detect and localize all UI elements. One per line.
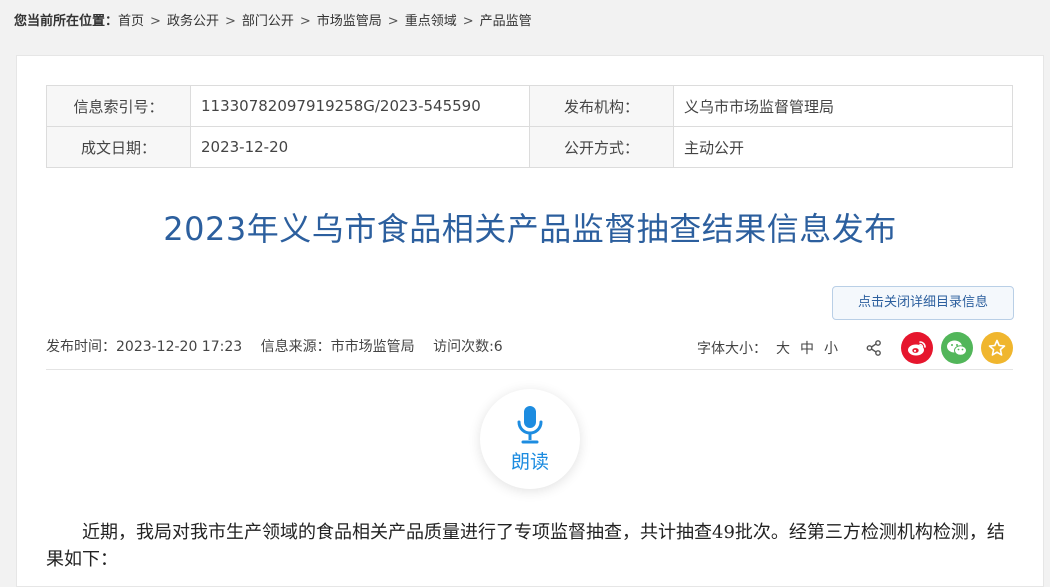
breadcrumb-separator: > (462, 14, 474, 29)
index-value: 11330782097919258G/2023-545590 (190, 85, 530, 127)
font-size-small[interactable]: 小 (824, 338, 838, 358)
breadcrumb: 您当前所在位置：首页 > 政务公开 > 部门公开 > 市场监管局 > 重点领域 > 产品监管 (14, 10, 532, 29)
mode-label: 公开方式： (529, 126, 674, 168)
divider (46, 369, 1013, 370)
index-label: 信息索引号： (46, 85, 191, 127)
breadcrumb-separator: > (150, 14, 161, 29)
meta-table: 信息索引号： 11330782097919258G/2023-545590 发布… (46, 85, 1013, 168)
publisher-label: 发布机构： (529, 85, 674, 127)
read-aloud-button[interactable]: 朗读 (480, 389, 580, 489)
breadcrumb-separator: > (224, 14, 236, 29)
microphone-icon (517, 405, 543, 443)
toggle-catalog-button[interactable]: 点击关闭详细目录信息 (832, 286, 1014, 320)
breadcrumb-lead: 您当前所在位置： (14, 14, 119, 29)
breadcrumb-gov-affairs[interactable]: 政务公开 (167, 14, 219, 29)
date-value: 2023-12-20 (190, 126, 530, 168)
breadcrumb-separator: > (299, 14, 311, 29)
visit-count: 访问次数:6 (433, 339, 503, 355)
breadcrumb-dept[interactable]: 部门公开 (242, 14, 294, 29)
publish-time: 发布时间：2023-12-20 17:23 (46, 339, 243, 355)
share-icon[interactable] (865, 339, 883, 357)
mode-value: 主动公开 (673, 126, 1013, 168)
article-info: 发布时间：2023-12-20 17:23 信息来源：市市场监管局 访问次数:6 (46, 336, 517, 356)
read-aloud-label: 朗读 (510, 450, 549, 473)
wechat-icon[interactable] (941, 332, 973, 364)
page-title: 2023年义乌市食品相关产品监督抽查结果信息发布 (163, 210, 897, 248)
font-size-large[interactable]: 大 (776, 338, 790, 358)
article-tools: 字体大小： 大 中 小 (697, 332, 1013, 364)
breadcrumb-market-bureau[interactable]: 市场监管局 (317, 14, 382, 29)
article-paragraph: 近期，我局对我市生产领域的食品相关产品质量进行了专项监督抽查，共计抽查49批次。… (46, 522, 1005, 570)
font-size-label: 字体大小： (697, 341, 767, 357)
favorite-icon[interactable] (981, 332, 1013, 364)
breadcrumb-key-areas[interactable]: 重点领域 (405, 14, 457, 29)
weibo-icon[interactable] (901, 332, 933, 364)
breadcrumb-home[interactable]: 首页 (118, 14, 144, 29)
publisher-value: 义乌市市场监督管理局 (673, 85, 1013, 127)
article-card: 信息索引号： 11330782097919258G/2023-545590 发布… (16, 55, 1044, 587)
breadcrumb-product-supervision[interactable]: 产品监管 (480, 14, 532, 29)
breadcrumb-separator: > (387, 14, 399, 29)
info-source: 信息来源：市市场监管局 (260, 339, 415, 355)
font-size-medium[interactable]: 中 (800, 338, 814, 358)
date-label: 成文日期： (46, 126, 191, 168)
